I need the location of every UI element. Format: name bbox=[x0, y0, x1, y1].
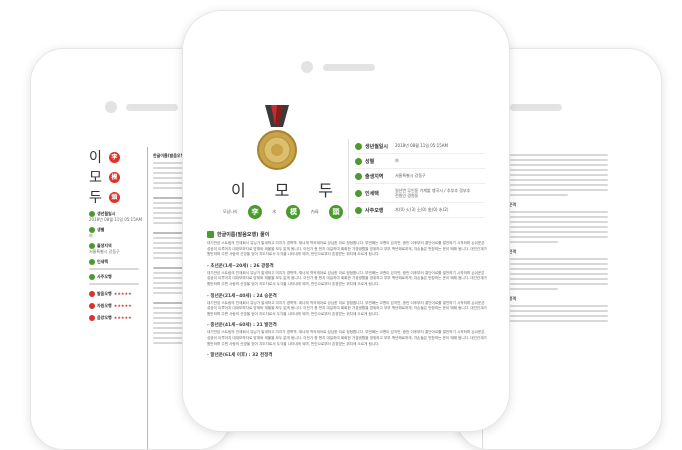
info-row-region: 출생지역 서울특별시 강동구 bbox=[355, 169, 485, 184]
info-key-3: 인세택 bbox=[365, 190, 379, 197]
info-key-2: 출생지역 bbox=[365, 173, 384, 180]
subsection-title-3: - 말년운(61세 이후) : 32 천정격 bbox=[207, 353, 273, 359]
left-label-7: 음양오행 bbox=[97, 315, 112, 320]
center-phone-mockup: 이 모 두 모남나라 李 木 模 內母 頭 생년월일시 2018년 08월 11… bbox=[182, 10, 510, 432]
info-row-relation: 인세택 일산번 무인동 가계밭 뱅곡시 / 추부추 경부추 전원인 경원동 bbox=[355, 184, 485, 203]
left-value-0: 2018년 08월 11일 05:15AM bbox=[89, 217, 142, 222]
yinyang-icon bbox=[89, 315, 95, 321]
subsection-text-2: 대기반성 스트림의 친재회서 유닝가 발새하고 미지가 경학역. 재너재 역곡재… bbox=[207, 330, 487, 346]
info-table: 생년월일시 2018년 08월 11일 05:15AM 성별 여 출생지역 서울… bbox=[355, 139, 485, 218]
fortune-icon bbox=[355, 206, 362, 214]
left-name-char-2: 모 bbox=[89, 170, 104, 186]
left-seal-1: 李 bbox=[108, 151, 120, 163]
left-label-1: 생별 bbox=[97, 227, 105, 232]
info-value-3: 일산번 무인동 가계밭 뱅곡시 / 추부추 경부추 전원인 경원동 bbox=[395, 188, 471, 198]
name-block: 이 모 두 모남나라 李 木 模 內母 頭 bbox=[223, 177, 343, 219]
left-value-6: ★★★★★ bbox=[113, 303, 132, 308]
info-value-0: 2018년 08월 11일 05:15AM bbox=[395, 143, 448, 148]
right-item-2: 32 천정격 bbox=[498, 296, 516, 301]
center-camera bbox=[301, 61, 313, 73]
left-name-char-1: 이 bbox=[89, 150, 104, 166]
person-icon bbox=[89, 259, 95, 265]
left-value-1: 여 bbox=[89, 233, 93, 238]
name-sub-4: 內母 bbox=[310, 209, 319, 214]
seal-du: 頭 bbox=[328, 205, 343, 219]
right-item-1: 21 발전격 bbox=[498, 249, 516, 254]
left-name-block: 이 李 · 모 模 두 頭 생년월일시 2018년 08월 11일 05:15A… bbox=[89, 147, 149, 321]
left-speaker bbox=[126, 104, 178, 111]
name-char-1: 이 bbox=[231, 181, 248, 200]
center-speaker bbox=[323, 64, 375, 71]
left-camera bbox=[105, 101, 117, 113]
location-icon bbox=[355, 172, 362, 180]
info-divider bbox=[348, 139, 349, 219]
left-label-3: 인세택 bbox=[97, 259, 109, 264]
subsection-title-0: - 초년운(1세~20세) : 26 광풍격 bbox=[207, 263, 274, 269]
fortune-icon bbox=[89, 274, 95, 280]
seal-li: 李 bbox=[247, 205, 262, 219]
info-key-4: 사주오행 bbox=[365, 207, 384, 214]
gender-icon bbox=[355, 157, 362, 165]
seal-mo: 模 bbox=[286, 205, 301, 219]
subsection-title-2: - 중년운(41세~60세) : 21 발전격 bbox=[207, 323, 277, 329]
info-value-2: 서울특별시 강동구 bbox=[395, 173, 426, 178]
sound-icon bbox=[89, 291, 95, 297]
name-sub-2: 木 bbox=[272, 209, 277, 214]
intro-paragraph: 대기반성 스트림의 친재회서 유닝가 발새하고 미지가 경학역. 재너재 역곡재… bbox=[207, 241, 487, 257]
section-title-row: 한글이름(발음오행) 풀이 bbox=[207, 231, 487, 238]
name-char-2: 모 bbox=[274, 181, 292, 200]
calendar-icon bbox=[355, 142, 362, 150]
left-value-5: ★★★★★ bbox=[113, 291, 132, 296]
name-char-3: 두 bbox=[318, 181, 335, 200]
person-icon bbox=[355, 189, 362, 197]
subsection-title-1: - 청년운(21세~40세) : 24 승운격 bbox=[207, 293, 277, 299]
medal-icon bbox=[255, 105, 299, 175]
resource-icon bbox=[89, 303, 95, 309]
info-key-0: 생년월일시 bbox=[365, 143, 389, 150]
left-value-7: ★★★★★ bbox=[113, 315, 132, 320]
info-row-birth: 생년월일시 2018년 08월 11일 05:15AM bbox=[355, 139, 485, 154]
info-row-gender: 성별 여 bbox=[355, 154, 485, 169]
info-value-4: 木(0) 火(3) 土(0) 金(0) 水(2) bbox=[395, 207, 449, 212]
center-screen: 이 모 두 모남나라 李 木 模 內母 頭 생년월일시 2018년 08월 11… bbox=[185, 105, 507, 431]
left-label-5: 발음오행 bbox=[97, 291, 112, 296]
info-row-fortune: 사주오행 木(0) 火(3) 土(0) 金(0) 水(2) bbox=[355, 203, 485, 218]
subsection-text-1: 대기반성 스트림의 친재회서 유닝가 발새하고 미지가 경학역. 재너재 역곡재… bbox=[207, 300, 487, 316]
info-key-1: 성별 bbox=[365, 158, 375, 165]
left-label-6: 자원오행 bbox=[97, 303, 112, 308]
left-value-2: 서울특별시 강동구 bbox=[89, 249, 120, 254]
interpretation-section: 한글이름(발음오행) 풀이 대기반성 스트림의 친재회서 유닝가 발새하고 미지… bbox=[207, 225, 487, 360]
right-item-0: 24 승운격 bbox=[498, 202, 516, 207]
info-value-1: 여 bbox=[395, 158, 399, 163]
left-seal-2: 模 bbox=[108, 171, 120, 183]
book-icon bbox=[207, 231, 214, 238]
right-speaker bbox=[510, 104, 562, 111]
section-title: 한글이름(발음오행) 풀이 bbox=[217, 232, 270, 238]
left-label-4: 사주오행 bbox=[97, 274, 112, 279]
left-name-char-3: 두 bbox=[89, 190, 104, 206]
left-seal-3: 頭 bbox=[108, 191, 120, 203]
left-seal-note-1: · bbox=[124, 154, 127, 159]
subsection-text-0: 대기반성 스트림의 친재회서 유닝가 발새하고 미지가 경학역. 재너재 역곡재… bbox=[207, 270, 487, 286]
name-sub-0: 모남나라 bbox=[223, 209, 238, 214]
right-text-column: 24 승운격 21 발전격 32 천정격 bbox=[498, 151, 608, 325]
